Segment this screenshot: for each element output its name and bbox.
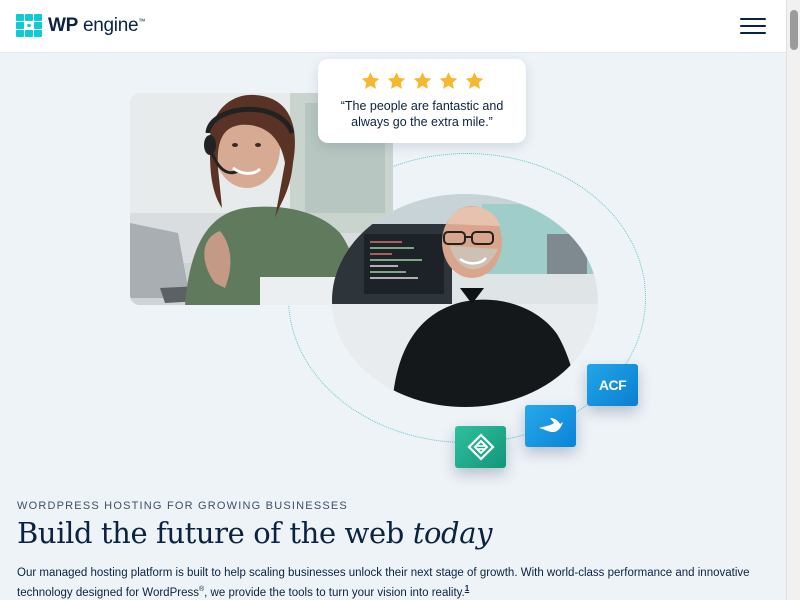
star-icon <box>465 72 483 89</box>
star-icon <box>439 72 457 89</box>
logo-wordmark: WP engine™ <box>48 15 145 36</box>
hero-headline: Build the future of the web today <box>17 516 493 550</box>
flywheel-bird-icon <box>538 418 563 432</box>
flywheel-badge <box>525 405 576 447</box>
hero-eyebrow: WORDPRESS HOSTING FOR GROWING BUSINESSES <box>17 500 348 512</box>
five-star-rating <box>318 71 526 93</box>
local-diamond-icon <box>466 433 495 461</box>
review-quote: “The people are fantastic and always go … <box>340 99 504 129</box>
wp-engine-logo-icon <box>16 14 42 38</box>
customer-review-card: “The people are fantastic and always go … <box>318 59 526 143</box>
star-icon <box>361 72 379 89</box>
footnote-link[interactable]: 1 <box>465 584 469 593</box>
local-badge <box>455 426 506 468</box>
scrollbar-thumb[interactable] <box>790 10 798 50</box>
page-scrollbar[interactable] <box>786 0 800 600</box>
star-icon <box>413 72 431 89</box>
hamburger-menu-icon[interactable] <box>740 17 768 37</box>
site-header: WP engine™ <box>0 0 786 53</box>
wp-engine-logo[interactable]: WP engine™ <box>16 14 145 38</box>
hero-intro-paragraph: Our managed hosting platform is built to… <box>17 567 750 599</box>
star-icon <box>387 72 405 89</box>
acf-badge: ACF <box>587 364 638 406</box>
developer-photo <box>332 194 598 407</box>
acf-badge-label: ACF <box>598 377 627 393</box>
